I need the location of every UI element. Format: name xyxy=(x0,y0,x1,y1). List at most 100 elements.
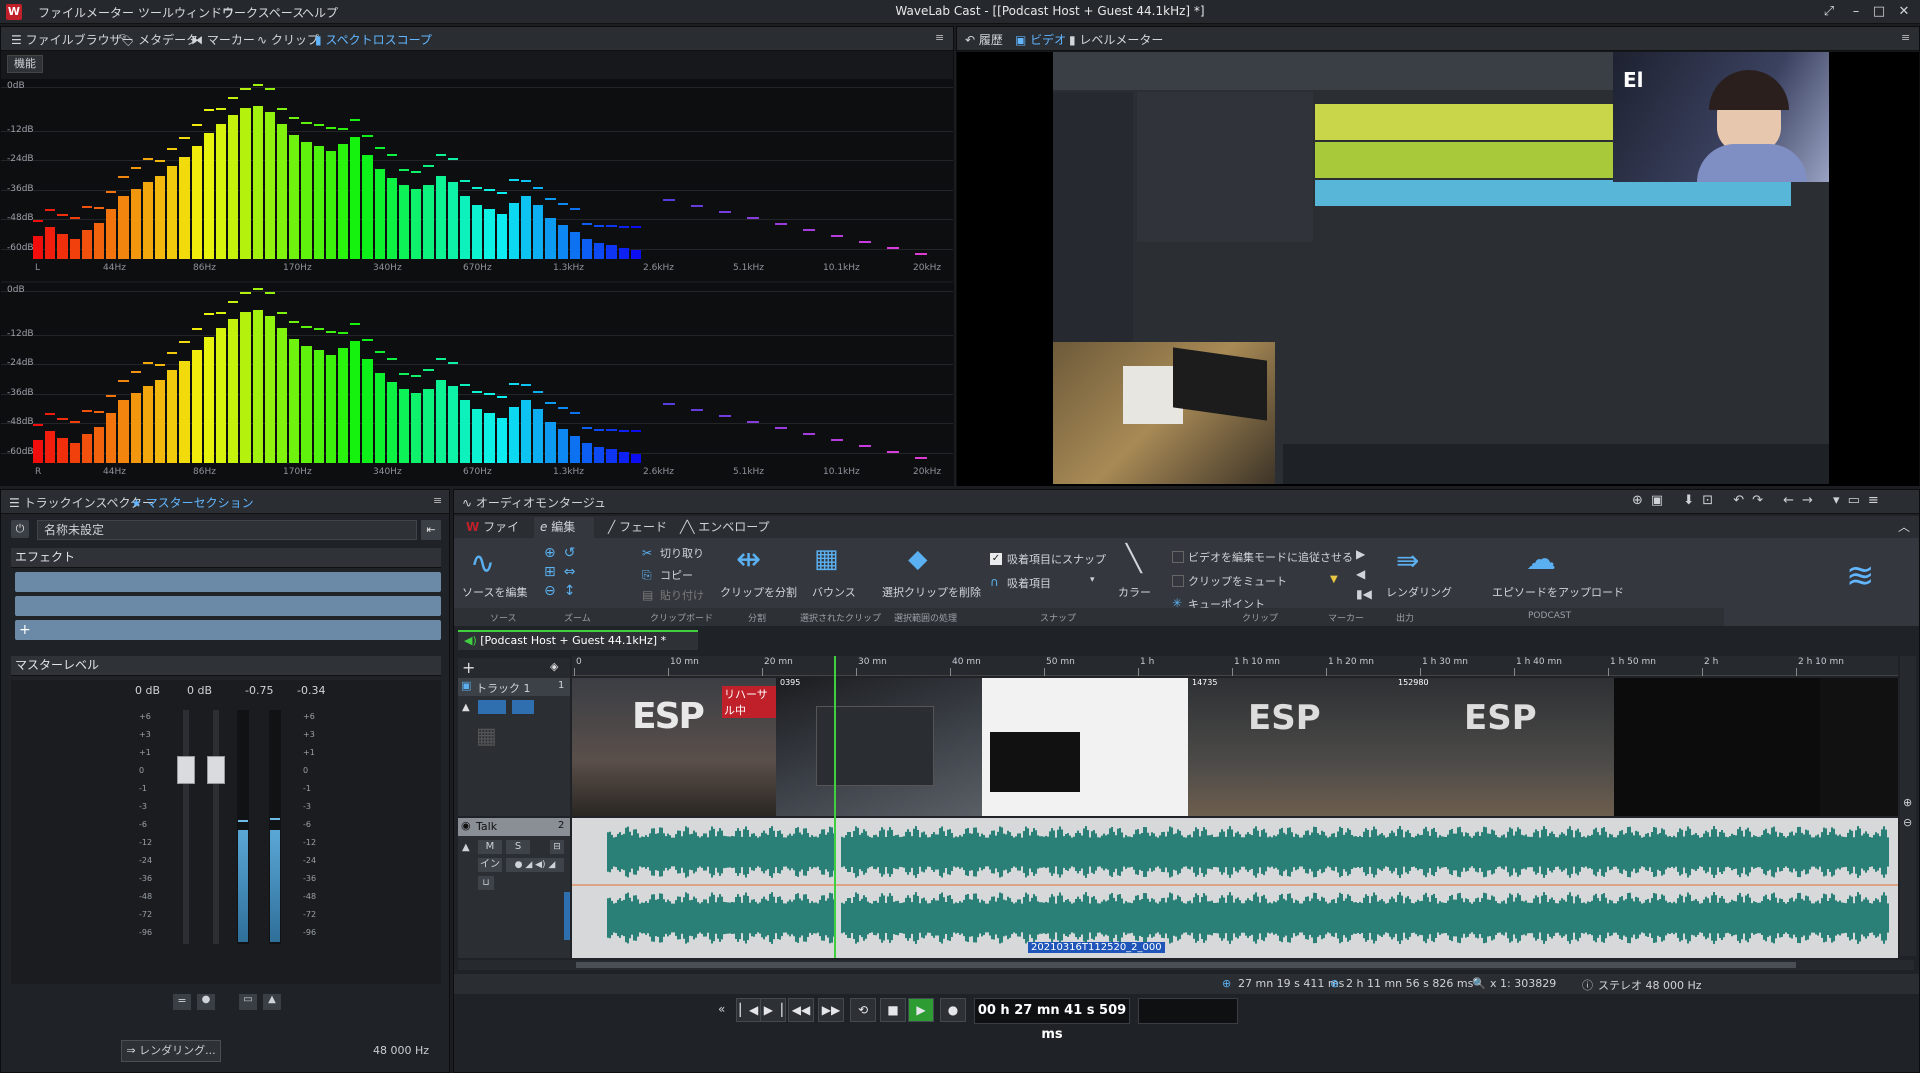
effects-header[interactable]: エフェクト xyxy=(11,548,441,568)
cloud-upload-icon[interactable]: ☁ xyxy=(1526,542,1556,577)
copy-button[interactable]: コピー xyxy=(660,567,693,583)
menu-file[interactable]: ファイル xyxy=(38,4,86,21)
mute-clip-checkbox[interactable] xyxy=(1172,575,1184,587)
fader-right[interactable] xyxy=(207,756,225,784)
track2-lock-icon[interactable]: ▲ xyxy=(462,842,470,853)
video-track-lane[interactable]: ESP リハーサル中 0395 ESP 14735 ESP 152980 xyxy=(572,678,1898,816)
snap-items-dropdown[interactable]: 吸着項目 xyxy=(1007,575,1051,591)
record-monitor-icons[interactable]: ● ◢ ◀) ◢ xyxy=(506,858,564,872)
snap-diamond-icon[interactable]: ◈ xyxy=(550,660,558,673)
eraser-icon[interactable]: ⬥ xyxy=(908,542,928,576)
fast-forward-button[interactable]: ▶▶ xyxy=(818,998,844,1022)
mono-icon[interactable]: ▭ xyxy=(239,994,257,1010)
link-icon[interactable]: = xyxy=(173,994,191,1010)
panel-menu-icon[interactable]: ≡ xyxy=(1901,31,1910,44)
upload-episode-button[interactable]: エピソードをアップロード xyxy=(1492,584,1624,600)
tab-markers[interactable]: ⧓ マーカー xyxy=(191,31,255,48)
track1-name-bar[interactable]: ▣ トラック 1 1 xyxy=(458,678,570,696)
time-ruler[interactable]: 0 10 mn 20 mn 30 mn 40 mn 50 mn 1 h 1 h 10 mn 1 … xyxy=(572,656,1898,676)
zoom-icons[interactable]: ⊕↺ ⊞⇔ ⊖↕ xyxy=(544,544,614,601)
audio-format[interactable]: ステレオ 48 000 Hz xyxy=(1598,977,1702,993)
source-edit-icon[interactable]: ∿ xyxy=(470,546,495,581)
tab-history[interactable]: ↶ 履歴 xyxy=(965,31,1003,48)
playhead-cursor[interactable] xyxy=(834,656,836,958)
preset-name-field[interactable]: 名称未設定 xyxy=(37,520,417,540)
tab-spectroscope[interactable]: ▮ スペクトロスコープ xyxy=(315,31,432,48)
add-track-icon[interactable]: + xyxy=(462,658,475,677)
track2-settings-icon[interactable]: ⊟ xyxy=(550,840,564,854)
snap-checkbox[interactable]: ✓ xyxy=(990,553,1002,565)
render-icon[interactable]: ⇛ xyxy=(1396,544,1419,577)
close-button[interactable]: ✕ xyxy=(1893,2,1915,22)
power-icon[interactable]: ⏻ xyxy=(11,520,29,538)
go-to-end-button[interactable]: ▶▕ xyxy=(760,998,786,1022)
panel-menu-icon[interactable]: ≡ xyxy=(935,31,944,44)
master-level-header[interactable]: マスターレベル xyxy=(11,656,441,676)
menu-meter[interactable]: メーター xyxy=(86,4,134,21)
input-button[interactable]: イン xyxy=(478,858,502,872)
track1-lock-icon[interactable]: ▲ xyxy=(462,702,470,713)
fader-left[interactable] xyxy=(177,756,195,784)
tab-clips[interactable]: ∿ クリップ xyxy=(257,31,319,48)
cursor-position[interactable]: 27 mn 19 s 411 ms xyxy=(1238,977,1344,990)
menu-tool-window[interactable]: ツールウィンドウ xyxy=(138,4,234,21)
split-icon[interactable]: ⇹ xyxy=(736,542,761,577)
chevron-down-icon[interactable]: ▾ xyxy=(1090,575,1095,585)
color-brush-icon[interactable]: ╲ xyxy=(1126,544,1142,574)
tab-level-meter[interactable]: ▮ レベルメーター xyxy=(1069,31,1163,48)
tab-metadata[interactable]: 🏷 メタデータ xyxy=(119,31,198,48)
function-button[interactable]: 機能 xyxy=(7,55,43,73)
paste-button[interactable]: 貼り付け xyxy=(660,587,704,603)
loop-button[interactable]: ⟲ xyxy=(850,998,876,1022)
montage-toolbar-icons[interactable]: ⊕▣ ⬇⊡ ↶↷ ←→ ▾▭≡ xyxy=(1632,493,1887,508)
play-button[interactable]: ▶ xyxy=(908,998,934,1022)
effect-slot-1[interactable] xyxy=(15,572,441,592)
tab-file-browser[interactable]: ☰ ファイルブラウザー xyxy=(11,31,134,48)
marker-nav-icons[interactable]: ▶ ◀ ▮◀ xyxy=(1356,544,1372,604)
chevron-up-icon[interactable]: ︿ xyxy=(1898,518,1910,535)
document-tab[interactable]: ◀) [Podcast Host + Guest 44.1kHz] * xyxy=(458,630,698,650)
source-edit-button[interactable]: ソースを編集 xyxy=(462,584,527,600)
menu-workspace[interactable]: ワークスペース xyxy=(222,4,304,21)
bounce-icon[interactable]: ▦ xyxy=(814,544,839,574)
zoom-in-icon[interactable]: ⊕ xyxy=(1903,796,1912,809)
mute-button[interactable]: M xyxy=(478,840,502,854)
stop-button[interactable]: ■ xyxy=(880,998,906,1022)
minimize-button[interactable]: – xyxy=(1845,2,1867,22)
horizontal-scrollbar[interactable] xyxy=(458,960,1914,970)
tab-master-section[interactable]: ★ マスターセクション xyxy=(131,494,254,511)
maximize-button[interactable]: □ xyxy=(1868,2,1890,22)
fx-icon[interactable]: ⊔ xyxy=(478,876,494,890)
video-follow-checkbox[interactable] xyxy=(1172,551,1184,563)
bounce-button[interactable]: バウンス xyxy=(812,584,856,600)
ribbon-tab-file[interactable]: W ファイル xyxy=(460,517,530,554)
panel-menu-icon[interactable]: ≡ xyxy=(433,494,442,507)
transport-collapse-icon[interactable]: « xyxy=(718,1002,725,1016)
effect-slot-2[interactable] xyxy=(15,596,441,616)
clip-name-label[interactable]: 20210316T112520_2_000 xyxy=(1028,942,1165,953)
transport-time-display[interactable]: 00 h 27 mn 41 s 509 ms xyxy=(974,998,1130,1042)
go-to-start-button[interactable]: ▏◀ xyxy=(736,998,762,1022)
render-button[interactable]: ⇒ レンダリング... xyxy=(121,1040,221,1062)
track1-thumbnail-button[interactable] xyxy=(512,700,534,714)
delete-range-button[interactable]: 選択クリップを削除 xyxy=(882,584,981,600)
audio-track-lane[interactable]: 20210316T112520_2_000 xyxy=(572,818,1898,958)
vertical-scrollbar[interactable]: ⊕ ⊖ xyxy=(1900,656,1916,956)
ribbon-tab-edit[interactable]: e 編集 xyxy=(534,517,594,538)
add-effect-button[interactable]: + xyxy=(15,620,441,640)
dither-icon[interactable]: ● xyxy=(197,994,215,1010)
zoom-out-icon[interactable]: ⊖ xyxy=(1903,816,1912,829)
zoom-ratio[interactable]: x 1: 303829 xyxy=(1490,977,1556,990)
cut-button[interactable]: 切り取り xyxy=(660,545,704,561)
record-button[interactable]: ● xyxy=(940,998,966,1022)
montage-length[interactable]: 2 h 11 mn 56 s 826 ms xyxy=(1346,977,1473,990)
rewind-button[interactable]: ◀◀ xyxy=(788,998,814,1022)
split-clip-button[interactable]: クリップを分割 xyxy=(720,584,797,600)
render-ribbon-button[interactable]: レンダリング xyxy=(1386,584,1452,600)
color-button[interactable]: カラー xyxy=(1118,584,1151,600)
track1-video-mode-button[interactable] xyxy=(478,700,506,714)
expand-icon[interactable]: ⤢ xyxy=(1818,2,1840,22)
tab-video[interactable]: ▣ ビデオ xyxy=(1015,31,1066,48)
ribbon-tab-envelope[interactable]: ╱╲ エンベロープ xyxy=(674,517,770,537)
ribbon-tab-fade[interactable]: ╱ フェード xyxy=(602,517,672,537)
